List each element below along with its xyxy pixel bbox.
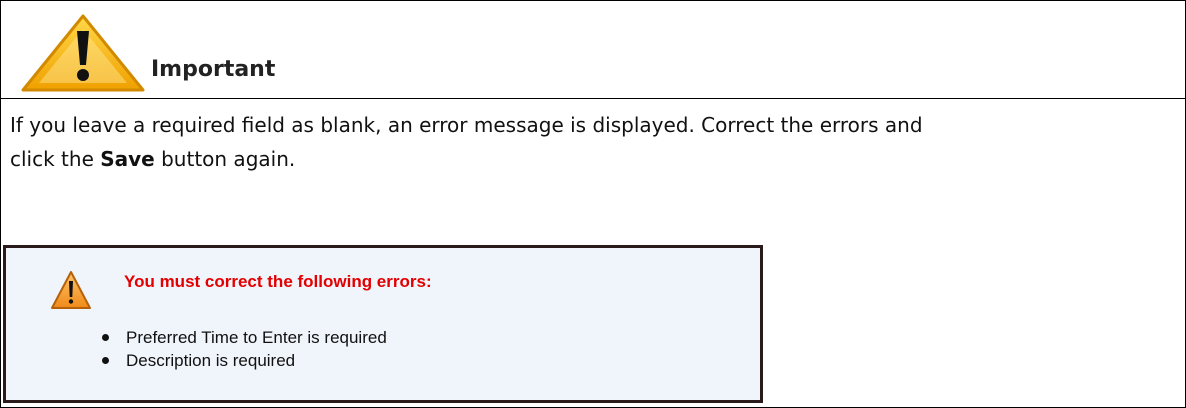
error-item: Description is required xyxy=(102,349,387,372)
bullet-icon xyxy=(102,357,109,364)
error-item-text: Description is required xyxy=(126,351,296,370)
error-item: Preferred Time to Enter is required xyxy=(102,326,387,349)
warning-icon xyxy=(51,271,91,309)
message-text: If you leave a required field as blank, … xyxy=(10,108,1170,176)
message-line-2: click the Save button again. xyxy=(10,142,1170,176)
error-item-text: Preferred Time to Enter is required xyxy=(126,328,387,347)
save-keyword: Save xyxy=(100,147,155,171)
error-title: You must correct the following errors: xyxy=(124,272,432,291)
important-note: Important If you leave a required field … xyxy=(0,0,1186,408)
header-title: Important xyxy=(151,57,276,82)
warning-icon xyxy=(21,14,145,92)
message-line-2-end: button again. xyxy=(154,147,296,171)
note-header: Important xyxy=(1,1,1185,99)
error-summary-box: You must correct the following errors: P… xyxy=(3,245,763,403)
bullet-icon xyxy=(102,334,109,341)
message-line-1: If you leave a required field as blank, … xyxy=(10,113,923,137)
message-line-2-start: click the xyxy=(10,147,101,171)
error-list: Preferred Time to Enter is required Desc… xyxy=(102,326,387,372)
